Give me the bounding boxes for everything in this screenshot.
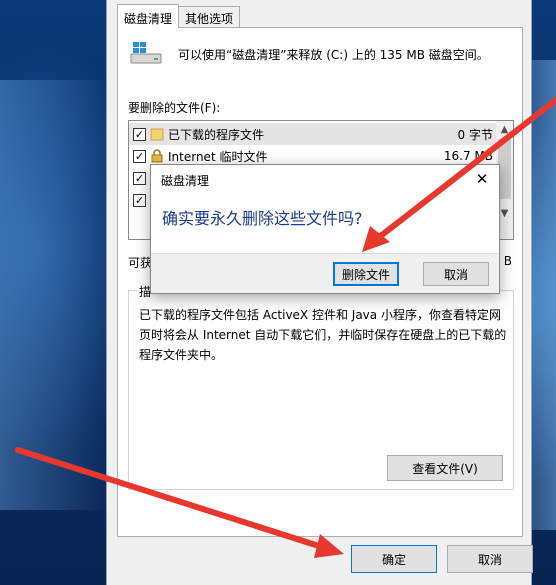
summary-text: 可以使用“磁盘清理”来释放 (C:) 上的 135 MB 磁盘空间。 xyxy=(178,48,489,62)
ok-button[interactable]: 确定 xyxy=(351,545,437,573)
folder-icon xyxy=(150,128,164,141)
file-size: 0 字节 xyxy=(457,127,493,142)
tab-disk-cleanup[interactable]: 磁盘清理 xyxy=(117,4,180,28)
lock-icon xyxy=(151,149,163,163)
close-icon[interactable]: ✕ xyxy=(471,169,493,189)
space-gain-value: B xyxy=(503,254,512,268)
dialog-title: 磁盘清理 xyxy=(161,174,210,188)
scroll-up-icon[interactable]: ▲ xyxy=(496,121,513,138)
view-files-button[interactable]: 查看文件(V) xyxy=(387,455,503,481)
list-item[interactable]: ✓ 已下载的程序文件 0 字节 xyxy=(129,123,497,145)
dialog-message: 确实要永久删除这些文件吗? xyxy=(162,209,363,228)
checkbox[interactable]: ✓ xyxy=(133,171,146,185)
delete-files-button[interactable]: 删除文件 xyxy=(333,262,399,286)
checkbox[interactable]: ✓ xyxy=(133,127,146,141)
description-text: 已下载的程序文件包括 ActiveX 控件和 Java 小程序，你查看特定网页时… xyxy=(139,308,507,362)
checkbox[interactable]: ✓ xyxy=(133,193,146,207)
cancel-button[interactable]: 取消 xyxy=(447,545,533,573)
file-name: Internet 临时文件 xyxy=(168,149,268,164)
space-gain-label: 可获 xyxy=(128,256,153,270)
checkbox[interactable]: ✓ xyxy=(133,149,146,163)
wallpaper-light-left xyxy=(0,80,110,510)
dialog-cancel-button[interactable]: 取消 xyxy=(423,262,489,286)
file-size: 16.7 MB xyxy=(443,149,493,163)
files-to-delete-label: 要删除的文件(F): xyxy=(128,101,221,115)
confirm-delete-dialog: 磁盘清理 ✕ 确实要永久删除这些文件吗? 删除文件 取消 xyxy=(150,164,500,294)
tab-more-options[interactable]: 其他选项 xyxy=(178,6,241,28)
file-name: 已下载的程序文件 xyxy=(168,127,265,142)
dialog-footer: 删除文件 取消 xyxy=(151,253,499,293)
drive-icon xyxy=(130,42,162,64)
tab-bar: 磁盘清理 其他选项 xyxy=(117,4,241,28)
description-group: 描 已下载的程序文件包括 ActiveX 控件和 Java 小程序，你查看特定网… xyxy=(128,283,514,490)
